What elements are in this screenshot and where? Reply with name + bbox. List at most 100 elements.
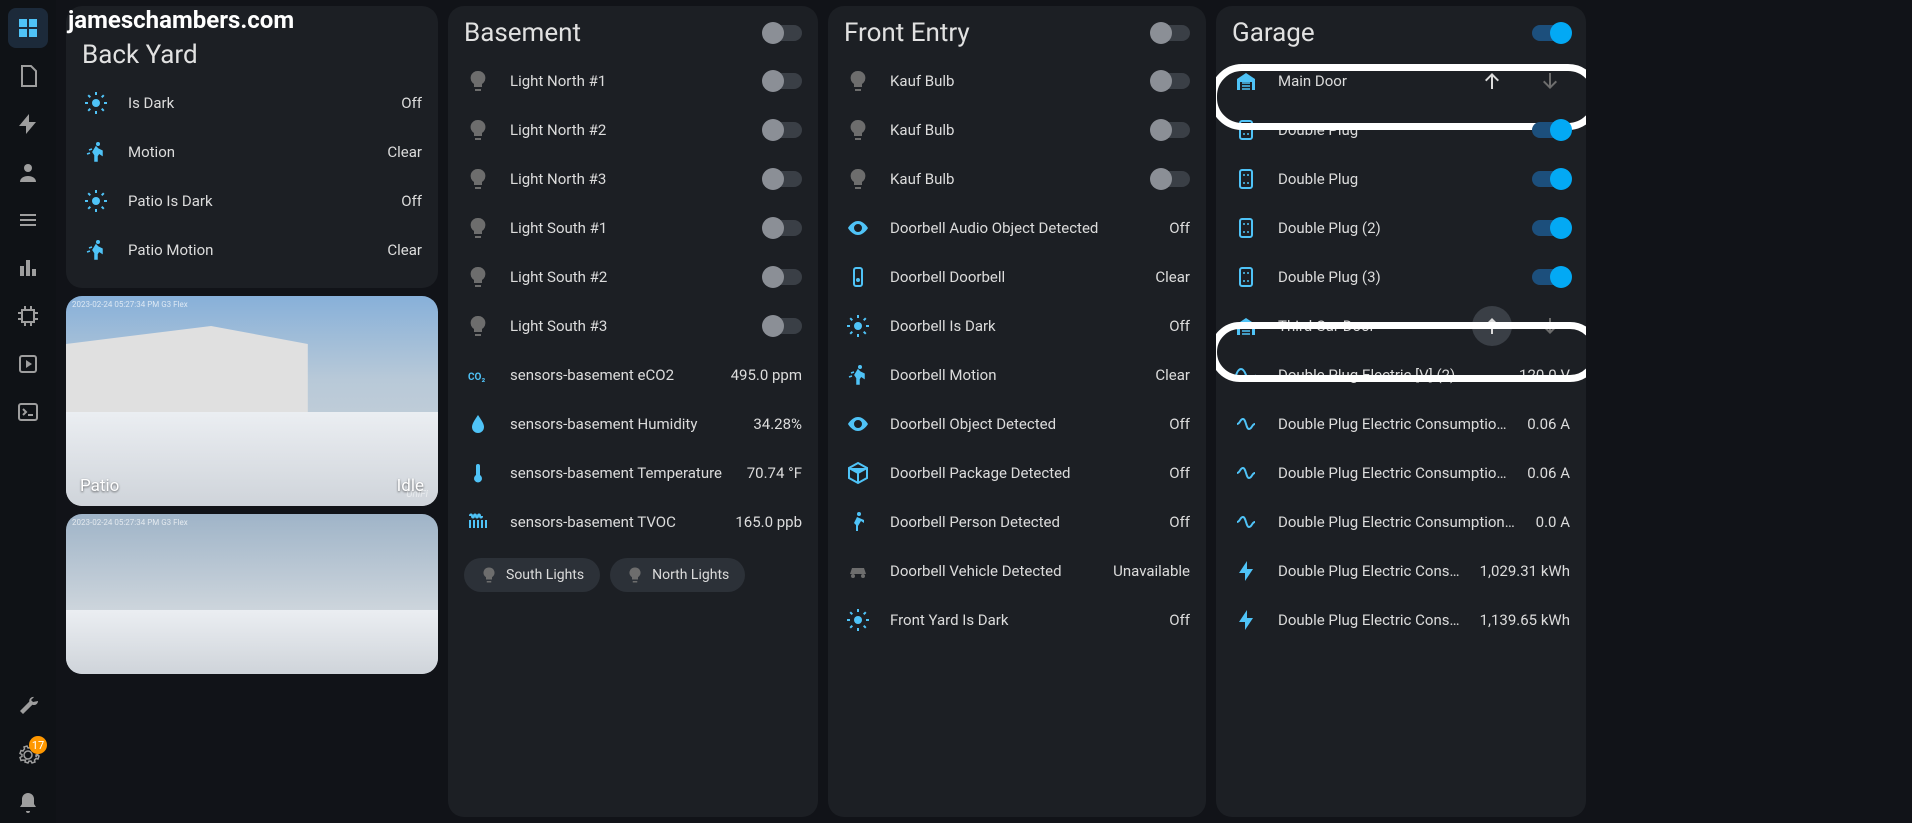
metric-icon [1232, 410, 1260, 438]
frontentry-sensor-row[interactable]: Doorbell Person Detected Off [844, 497, 1190, 546]
basement-group-toggle[interactable] [764, 25, 802, 41]
row-label: Doorbell Object Detected [890, 415, 1151, 433]
sensor-icon [844, 410, 872, 438]
frontentry-sensor-row[interactable]: Doorbell Package Detected Off [844, 448, 1190, 497]
light-toggle[interactable] [764, 269, 802, 285]
radiator-icon [464, 508, 492, 536]
garage-metric-row[interactable]: Double Plug Electric Consu… 1,139.65 kWh [1232, 595, 1570, 644]
door-close-button[interactable] [1530, 306, 1570, 346]
sidebar-notifications[interactable] [8, 783, 48, 823]
camera-timestamp: 2023-02-24 05:27:34 PM G3 Flex [72, 518, 188, 527]
garage-metric-row[interactable]: Double Plug Electric Consumption… 0.06 A [1232, 399, 1570, 448]
garage-metric-row[interactable]: Double Plug Electric [V] (2) 120.0 V [1232, 350, 1570, 399]
basement-sensor-eco2[interactable]: sensors-basement eCO2 495.0 ppm [464, 350, 802, 399]
column-basement: Basement Light North #1 Light North #2 L… [448, 6, 818, 817]
frontentry-sensor-row[interactable]: Doorbell Motion Clear [844, 350, 1190, 399]
light-toggle[interactable] [764, 122, 802, 138]
sidebar-terminal[interactable] [8, 392, 48, 432]
light-toggle[interactable] [764, 171, 802, 187]
camera-timestamp: 2023-02-24 05:27:34 PM G3 Flex [72, 300, 188, 309]
plug-toggle[interactable] [1532, 122, 1570, 138]
light-toggle[interactable] [764, 318, 802, 334]
backyard-row-isdark[interactable]: Is Dark Off [82, 78, 422, 127]
row-label: sensors-basement Humidity [510, 415, 735, 433]
frontentry-bulb-row[interactable]: Kauf Bulb [844, 56, 1190, 105]
sidebar-media[interactable] [8, 344, 48, 384]
row-label: Patio Motion [128, 241, 369, 259]
bulb-toggle[interactable] [1152, 171, 1190, 187]
camera-card-secondary[interactable]: 2023-02-24 05:27:34 PM G3 Flex [66, 514, 438, 674]
bulb-toggle[interactable] [1152, 73, 1190, 89]
door-open-button[interactable] [1472, 306, 1512, 346]
backyard-header: Back Yard [82, 36, 422, 78]
backyard-title: Back Yard [82, 40, 198, 70]
camera-card-patio[interactable]: 2023-02-24 05:27:34 PM G3 Flex Patio Idl… [66, 296, 438, 506]
row-label: sensors-basement Temperature [510, 464, 729, 482]
frontentry-bulb-row[interactable]: Kauf Bulb [844, 154, 1190, 203]
main-content: Back Yard Is Dark Off Motion Clear Patio… [56, 0, 1912, 823]
bulb-toggle[interactable] [1152, 122, 1190, 138]
sidebar-energy[interactable] [8, 104, 48, 144]
frontentry-bulb-row[interactable]: Kauf Bulb [844, 105, 1190, 154]
sidebar-user[interactable] [8, 152, 48, 192]
garage-plug-row[interactable]: Double Plug [1232, 105, 1570, 154]
column-backyard: Back Yard Is Dark Off Motion Clear Patio… [66, 6, 438, 817]
sidebar-tools[interactable] [8, 687, 48, 727]
sidebar-logs[interactable] [8, 56, 48, 96]
row-value: Off [1169, 219, 1190, 237]
plug-toggle[interactable] [1532, 269, 1570, 285]
garage-plug-row[interactable]: Double Plug [1232, 154, 1570, 203]
basement-light-row[interactable]: Light South #2 [464, 252, 802, 301]
backyard-row-motion[interactable]: Motion Clear [82, 127, 422, 176]
frontentry-group-toggle[interactable] [1152, 25, 1190, 41]
frontentry-sensor-row[interactable]: Doorbell Audio Object Detected Off [844, 203, 1190, 252]
door-close-button[interactable] [1530, 61, 1570, 101]
row-label: Patio Is Dark [128, 192, 383, 210]
garage-third-door-row[interactable]: Third Car Door [1232, 301, 1570, 350]
row-label: Double Plug Electric Consumption… [1278, 464, 1509, 482]
sidebar-dashboard[interactable] [8, 8, 48, 48]
row-label: Kauf Bulb [890, 72, 1134, 90]
garage-main-door-row[interactable]: Main Door [1232, 56, 1570, 105]
door-open-button[interactable] [1472, 61, 1512, 101]
garage-metric-row[interactable]: Double Plug Electric Consumption… 0.06 A [1232, 448, 1570, 497]
frontentry-sensor-row[interactable]: Doorbell Vehicle Detected Unavailable [844, 546, 1190, 595]
backyard-row-patio-isdark[interactable]: Patio Is Dark Off [82, 176, 422, 225]
row-label: sensors-basement eCO2 [510, 366, 713, 384]
column-frontentry: Front Entry Kauf Bulb Kauf Bulb Kauf Bul… [828, 6, 1206, 817]
row-value: Off [1169, 611, 1190, 629]
garage-plug-row[interactable]: Double Plug (2) [1232, 203, 1570, 252]
metric-icon [1232, 361, 1260, 389]
frontentry-sensor-row[interactable]: Doorbell Is Dark Off [844, 301, 1190, 350]
basement-sensor-temperature[interactable]: sensors-basement Temperature 70.74 °F [464, 448, 802, 497]
frontentry-sensor-row[interactable]: Front Yard Is Dark Off [844, 595, 1190, 644]
basement-light-row[interactable]: Light South #1 [464, 203, 802, 252]
garage-group-toggle[interactable] [1532, 25, 1570, 41]
light-toggle[interactable] [764, 220, 802, 236]
sidebar-history[interactable] [8, 248, 48, 288]
frontentry-sensor-row[interactable]: Doorbell Object Detected Off [844, 399, 1190, 448]
light-toggle[interactable] [764, 73, 802, 89]
garage-metric-row[interactable]: Double Plug Electric Consumption [… 0.0 … [1232, 497, 1570, 546]
basement-light-row[interactable]: Light North #3 [464, 154, 802, 203]
row-label: Is Dark [128, 94, 383, 112]
bulb-icon [464, 67, 492, 95]
sidebar-devices[interactable] [8, 296, 48, 336]
sidebar-settings[interactable]: 17 [8, 735, 48, 775]
basement-sensor-humidity[interactable]: sensors-basement Humidity 34.28% [464, 399, 802, 448]
frontentry-sensor-row[interactable]: Doorbell Doorbell Clear [844, 252, 1190, 301]
backyard-row-patio-motion[interactable]: Patio Motion Clear [82, 225, 422, 274]
plug-toggle[interactable] [1532, 220, 1570, 236]
garage-metric-row[interactable]: Double Plug Electric Consu… 1,029.31 kWh [1232, 546, 1570, 595]
plug-toggle[interactable] [1532, 171, 1570, 187]
camera-overlay: Patio Idle [66, 466, 438, 506]
basement-sensor-tvoc[interactable]: sensors-basement TVOC 165.0 ppb [464, 497, 802, 546]
sidebar-list[interactable] [8, 200, 48, 240]
basement-light-row[interactable]: Light North #2 [464, 105, 802, 154]
basement-light-row[interactable]: Light North #1 [464, 56, 802, 105]
sensor-icon [844, 557, 872, 585]
basement-light-row[interactable]: Light South #3 [464, 301, 802, 350]
chip-south-lights[interactable]: South Lights [464, 558, 600, 592]
garage-plug-row[interactable]: Double Plug (3) [1232, 252, 1570, 301]
chip-north-lights[interactable]: North Lights [610, 558, 745, 592]
